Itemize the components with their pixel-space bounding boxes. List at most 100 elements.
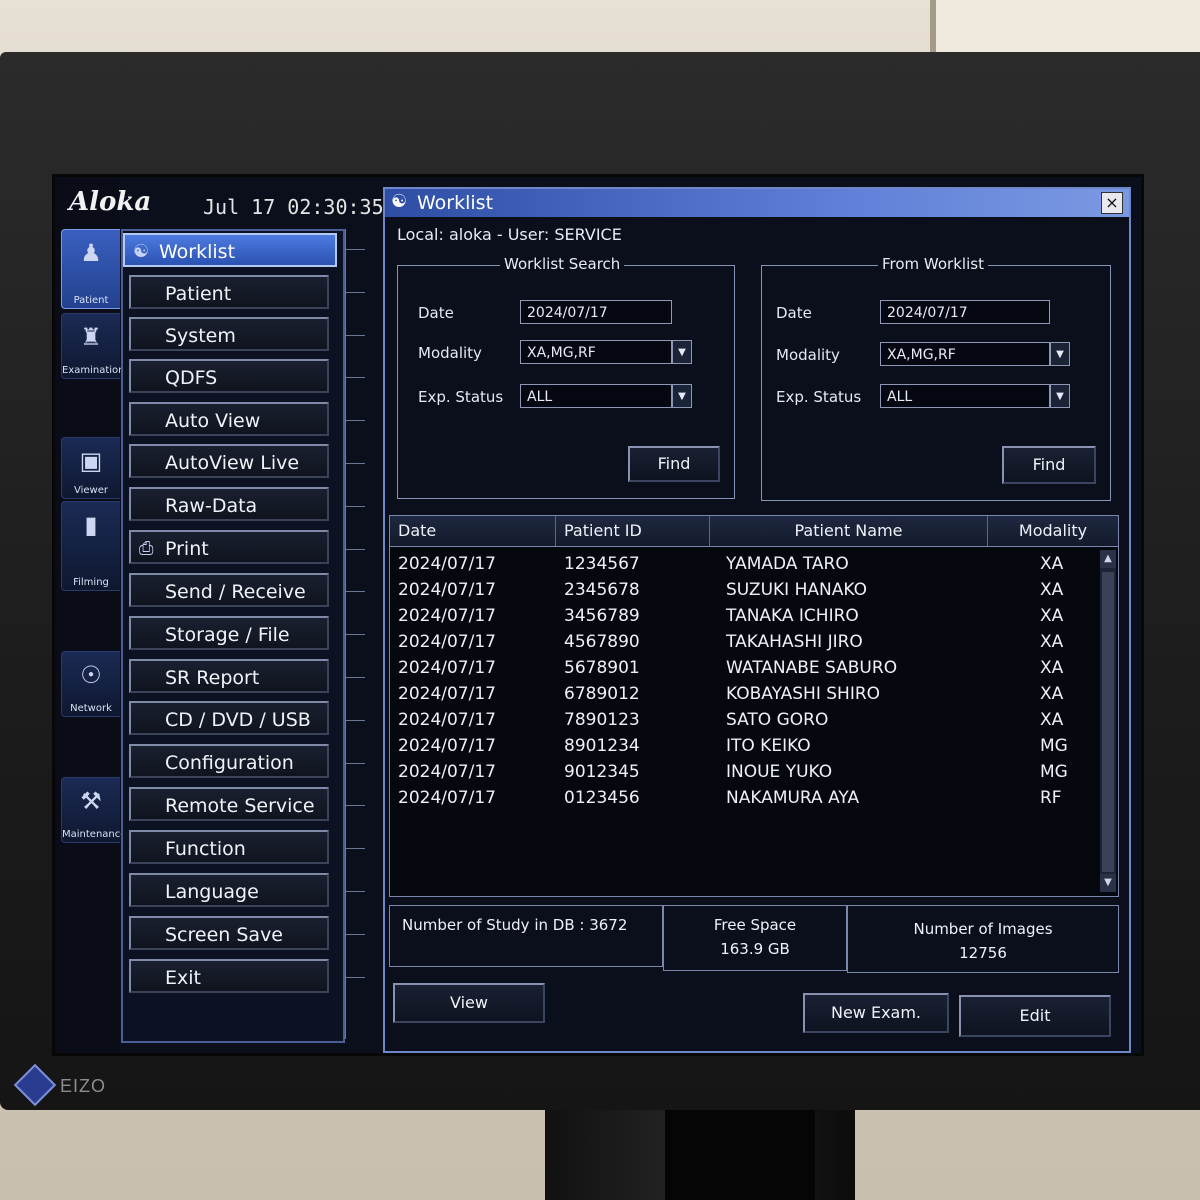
chevron-down-icon[interactable]: ▼ — [1050, 384, 1070, 408]
side-tab-label: Network — [70, 703, 112, 714]
menu-label: Exit — [165, 967, 201, 989]
row-date: 2024/07/17 — [398, 788, 496, 808]
row-modality: MG — [1040, 762, 1068, 782]
col-patient-id[interactable]: Patient ID — [556, 516, 710, 546]
menu-worklist[interactable]: ☯ Worklist — [123, 233, 337, 267]
free-space-label: Free Space — [713, 916, 797, 934]
view-button[interactable]: View — [393, 983, 545, 1023]
table-row[interactable]: 2024/07/17 9012345 INOUE YUKO MG — [390, 760, 1096, 786]
scroll-thumb[interactable] — [1102, 572, 1114, 872]
table-row[interactable]: 2024/07/17 3456789 TANAKA ICHIRO XA — [390, 604, 1096, 630]
free-space-value: 163.9 GB — [720, 940, 790, 958]
side-tab-filming[interactable]: ▮ Filming — [61, 501, 120, 591]
table-row[interactable]: 2024/07/17 5678901 WATANABE SABURO XA — [390, 656, 1096, 682]
menu-connector-tick — [345, 334, 365, 336]
side-tab-viewer[interactable]: ▣ Viewer — [61, 437, 120, 499]
row-patient-id: 2345678 — [564, 580, 640, 600]
menu-configuration[interactable]: Configuration — [129, 744, 329, 778]
filming-icon: ▮ — [84, 511, 98, 539]
row-date: 2024/07/17 — [398, 606, 496, 626]
menu-label: CD / DVD / USB — [165, 709, 311, 731]
search-date-field[interactable]: 2024/07/17 — [520, 300, 672, 324]
search-exp-status-select[interactable]: ALL — [520, 384, 672, 408]
worklist-window: ☯ Worklist × Local: aloka - User: SERVIC… — [383, 187, 1131, 1053]
date-label: Date — [776, 304, 812, 322]
menu-auto-view[interactable]: Auto View — [129, 402, 329, 436]
side-tab-label: Patient — [73, 295, 109, 306]
menu-sr-report[interactable]: SR Report — [129, 659, 329, 693]
menu-function[interactable]: Function — [129, 830, 329, 864]
network-icon: ☉ — [80, 661, 102, 689]
worklist-exp-status-select[interactable]: ALL — [880, 384, 1050, 408]
edit-button[interactable]: Edit — [959, 995, 1111, 1037]
row-patient-name: TANAKA ICHIRO — [726, 606, 859, 626]
side-tab-maintenance[interactable]: ⚒ Maintenance — [61, 777, 127, 843]
group-title: From Worklist — [878, 255, 988, 273]
menu-send-receive[interactable]: Send / Receive — [129, 573, 329, 607]
col-date[interactable]: Date — [390, 516, 556, 546]
menu-system[interactable]: System — [129, 317, 329, 351]
worklist-search-group: Worklist Search Date 2024/07/17 Modality… — [397, 255, 735, 499]
close-button[interactable]: × — [1101, 192, 1123, 214]
row-patient-name: NAKAMURA AYA — [726, 788, 860, 808]
chevron-down-icon[interactable]: ▼ — [672, 384, 692, 408]
menu-label: AutoView Live — [165, 452, 300, 474]
worklist-date-field[interactable]: 2024/07/17 — [880, 300, 1050, 324]
table-row[interactable]: 2024/07/17 7890123 SATO GORO XA — [390, 708, 1096, 734]
worklist-modality-select[interactable]: XA,MG,RF — [880, 342, 1050, 366]
menu-language[interactable]: Language — [129, 873, 329, 907]
table-row[interactable]: 2024/07/17 1234567 YAMADA TARO XA — [390, 552, 1096, 578]
side-tab-label: Maintenance — [62, 829, 127, 840]
examination-icon: ♜ — [80, 323, 102, 351]
scroll-down-icon[interactable]: ▼ — [1100, 874, 1116, 892]
scroll-up-icon[interactable]: ▲ — [1100, 550, 1116, 568]
date-label: Date — [418, 304, 454, 322]
eizo-logo-icon — [13, 1063, 57, 1107]
table-row[interactable]: 2024/07/17 6789012 KOBAYASHI SHIRO XA — [390, 682, 1096, 708]
new-exam-button[interactable]: New Exam. — [803, 993, 949, 1033]
menu-autoview-live[interactable]: AutoView Live — [129, 444, 329, 478]
worklist-table: Date Patient ID Patient Name Modality 20… — [389, 515, 1119, 897]
menu-storage-file[interactable]: Storage / File — [129, 616, 329, 650]
menu-qdfs[interactable]: QDFS — [129, 359, 329, 393]
side-tab-network[interactable]: ☉ Network — [61, 651, 120, 717]
side-tab-patient[interactable]: ♟ Patient — [61, 229, 120, 309]
wall-frame — [930, 0, 1200, 60]
menu-exit[interactable]: Exit — [129, 959, 329, 993]
menu-print[interactable]: ⎙ Print — [129, 530, 329, 564]
menu-patient[interactable]: Patient — [129, 275, 329, 309]
menu-label: Language — [165, 881, 259, 903]
row-modality: XA — [1040, 554, 1064, 574]
row-patient-name: WATANABE SABURO — [726, 658, 898, 678]
aloka-logo: Aloka — [69, 187, 152, 217]
search-find-button[interactable]: Find — [628, 446, 720, 482]
row-patient-name: YAMADA TARO — [726, 554, 849, 574]
col-modality[interactable]: Modality — [988, 516, 1118, 546]
row-patient-name: KOBAYASHI SHIRO — [726, 684, 881, 704]
row-modality: XA — [1040, 580, 1064, 600]
table-row[interactable]: 2024/07/17 0123456 NAKAMURA AYA RF — [390, 786, 1096, 812]
menu-label: SR Report — [165, 667, 260, 689]
menu-connector-tick — [345, 677, 365, 678]
col-patient-name[interactable]: Patient Name — [710, 516, 988, 546]
menu-connector-tick — [345, 377, 365, 379]
menu-screen-save[interactable]: Screen Save — [129, 916, 329, 950]
menu-label: Storage / File — [165, 624, 290, 646]
chevron-down-icon[interactable]: ▼ — [672, 340, 692, 364]
table-row[interactable]: 2024/07/17 8901234 ITO KEIKO MG — [390, 734, 1096, 760]
search-modality-select[interactable]: XA,MG,RF — [520, 340, 672, 364]
worklist-find-button[interactable]: Find — [1002, 446, 1096, 484]
free-space-panel: Free Space 163.9 GB — [663, 905, 847, 971]
menu-cd-dvd-usb[interactable]: CD / DVD / USB — [129, 701, 329, 735]
menu-raw-data[interactable]: Raw-Data — [129, 487, 329, 521]
table-row[interactable]: 2024/07/17 2345678 SUZUKI HANAKO XA — [390, 578, 1096, 604]
exp-status-label: Exp. Status — [418, 388, 504, 406]
menu-connector-tick — [345, 719, 365, 721]
row-modality: XA — [1040, 606, 1064, 626]
vertical-scrollbar[interactable]: ▲ ▼ — [1100, 550, 1116, 892]
menu-connector-tick — [345, 891, 365, 892]
chevron-down-icon[interactable]: ▼ — [1050, 342, 1070, 366]
menu-remote-service[interactable]: Remote Service — [129, 787, 329, 821]
side-tab-examination[interactable]: ♜ Examination — [61, 313, 125, 379]
table-row[interactable]: 2024/07/17 4567890 TAKAHASHI JIRO XA — [390, 630, 1096, 656]
